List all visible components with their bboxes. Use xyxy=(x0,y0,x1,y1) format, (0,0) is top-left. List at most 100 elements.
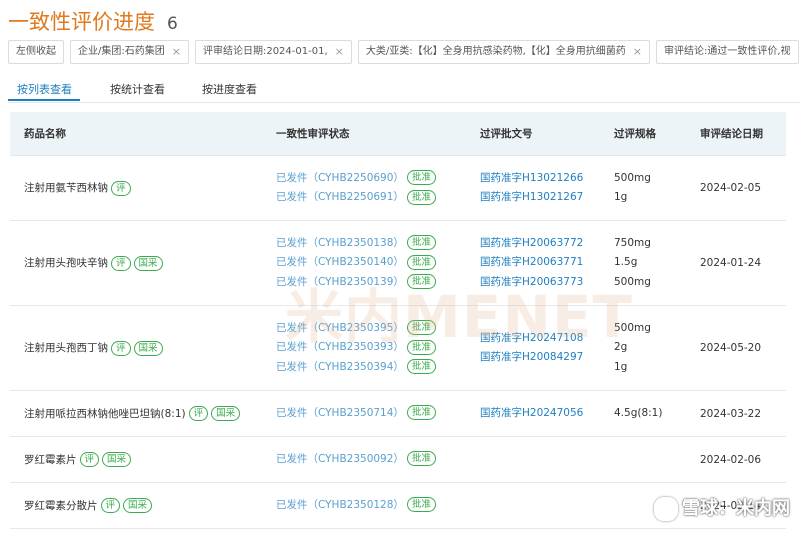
drug-name[interactable]: 罗红霉素片 xyxy=(24,454,77,466)
spec-cell: 4.5g(8:1) xyxy=(600,390,686,437)
drug-cell: 罗红霉素分散片评国采 xyxy=(10,482,262,529)
approval-number-link[interactable]: 国药准字H20063773 xyxy=(480,273,600,293)
approval-cell xyxy=(466,436,600,483)
status-link[interactable]: 已发件（CYHB2350139） xyxy=(276,276,404,288)
status-line: 已发件（CYHB2350393） 批准 xyxy=(276,338,466,358)
approval-number-link[interactable]: 国药准字H20063771 xyxy=(480,253,600,273)
approved-badge: 批准 xyxy=(406,451,436,467)
table-row: 注射用头孢呋辛钠评国采 已发件（CYHB2350138） 批准 已发件（CYHB235… xyxy=(10,220,786,306)
status-link[interactable]: 已发件（CYHB2350138） xyxy=(276,237,404,249)
filter-chip[interactable]: 左侧收起 xyxy=(8,40,64,64)
drug-name[interactable]: 注射用头孢呋辛钠 xyxy=(24,257,108,269)
tab-stats-view[interactable]: 按统计查看 xyxy=(110,81,165,97)
table-row: 注射用氨苄西林钠评已发件（CYHB2250690） 批准 已发件（CYHB22506… xyxy=(10,155,786,221)
col-header-date[interactable]: 审评结论日期 xyxy=(686,112,786,156)
view-tabs: 按列表查看 按统计查看 按进度查看 xyxy=(8,78,800,103)
conclusion-date: 2024-05-20 xyxy=(686,305,786,391)
spec-cell: 750mg 1.5g 500mg xyxy=(600,220,686,306)
approved-badge: 批准 xyxy=(406,170,436,185)
approval-number-link[interactable]: 国药准字H13021266 xyxy=(480,169,600,189)
drug-tag-badge: 国采 xyxy=(133,255,163,271)
status-line: 已发件（CYHB2350138） 批准 xyxy=(276,234,466,254)
status-line: 已发件（CYHB2350128） 批准 xyxy=(276,496,466,516)
drug-tag-badge: 评 xyxy=(111,255,131,271)
spec-cell: 500mg 1g xyxy=(600,155,686,221)
status-cell: 已发件（CYHB2250690） 批准 已发件（CYHB2250691） 批准 xyxy=(262,155,466,221)
drug-name[interactable]: 注射用头孢西丁钠 xyxy=(24,342,108,354)
status-link[interactable]: 已发件（CYHB2250690） xyxy=(276,172,404,184)
spec-cell: 500mg 2g 1g xyxy=(600,305,686,391)
spec-value: 500mg xyxy=(614,171,651,184)
approval-number-link[interactable]: 国药准字H20247108 xyxy=(480,329,600,349)
approval-number-link[interactable]: 国药准字H20247056 xyxy=(480,404,600,424)
drug-name[interactable]: 罗红霉素分散片 xyxy=(24,500,98,512)
filter-chip[interactable]: 大类/亚类:【化】全身用抗感染药物,【化】全身用抗细菌药 × xyxy=(357,40,650,64)
approved-badge: 批准 xyxy=(406,405,436,421)
status-link[interactable]: 已发件（CYHB2350395） xyxy=(276,322,404,334)
table-header-row: 药品名称 一致性审评状态 过评批文号 过评规格 审评结论日期 xyxy=(10,112,786,156)
col-header-spec[interactable]: 过评规格 xyxy=(600,112,686,156)
spec-value: 500mg xyxy=(614,321,651,334)
status-link[interactable]: 已发件（CYHB2250691） xyxy=(276,191,404,203)
filter-chip-label: 大类/亚类:【化】全身用抗感染药物,【化】全身用抗细菌药 xyxy=(365,46,626,57)
status-link[interactable]: 已发件（CYHB2350092） xyxy=(276,453,404,465)
drug-name[interactable]: 注射用哌拉西林钠他唑巴坦钠(8:1) xyxy=(24,408,186,420)
col-header-status[interactable]: 一致性审评状态 xyxy=(262,112,466,156)
spec-value: 1g xyxy=(614,191,628,203)
status-link[interactable]: 已发件（CYHB2350140） xyxy=(276,256,404,268)
close-icon[interactable]: × xyxy=(335,41,344,63)
drug-tag-badge: 评 xyxy=(100,498,121,514)
conclusion-date: 2024-03-22 xyxy=(686,390,786,437)
drug-cell: 注射用氨苄西林钠评 xyxy=(10,155,262,221)
status-cell: 已发件（CYHB2350092） 批准 xyxy=(262,436,466,483)
spec-cell xyxy=(600,436,686,483)
drug-cell: 注射用头孢西丁钠评国采 xyxy=(10,305,262,391)
table-row: 注射用头孢西丁钠评国采 已发件（CYHB2350395） 批准 已发件（CYHB235… xyxy=(10,305,786,391)
approval-cell: 国药准字H20247108 国药准字H20084297 xyxy=(466,305,600,391)
conclusion-date: 2024-02-06 xyxy=(686,436,786,483)
status-cell: 已发件（CYHB2350138） 批准 已发件（CYHB2350140） 批准 已发件（… xyxy=(262,220,466,306)
approval-number-link[interactable]: 国药准字H20063772 xyxy=(480,234,600,254)
page-title: 一致性评价进度 xyxy=(8,10,155,34)
tab-list-view[interactable]: 按列表查看 xyxy=(17,81,72,97)
spec-value: 2g xyxy=(614,341,628,354)
filter-chip[interactable]: 企业/集团:石药集团 × xyxy=(70,40,189,64)
filter-chip-label: 企业/集团:石药集团 xyxy=(78,46,165,57)
drug-tag-badge: 国采 xyxy=(211,406,241,422)
status-link[interactable]: 已发件（CYHB2350128） xyxy=(276,499,404,511)
col-header-approval[interactable]: 过评批文号 xyxy=(466,112,600,156)
filter-chip[interactable]: 审评结论:通过一致性评价,视 xyxy=(656,40,799,64)
result-count: 6 xyxy=(167,14,178,34)
spec-value: 1g xyxy=(614,360,628,373)
spec-value: 750mg xyxy=(614,236,651,249)
approved-badge: 批准 xyxy=(406,320,436,336)
drug-name[interactable]: 注射用氨苄西林钠 xyxy=(24,182,108,194)
table-row: 罗红霉素片评国采 已发件（CYHB2350092） 批准 2024-02-06 xyxy=(10,436,786,483)
approved-badge: 批准 xyxy=(406,189,436,205)
approved-badge: 批准 xyxy=(406,497,436,513)
status-line: 已发件（CYHB2350092） 批准 xyxy=(276,450,466,470)
col-header-drug[interactable]: 药品名称 xyxy=(10,112,262,156)
filter-chip[interactable]: 评审结论日期:2024-01-01, × xyxy=(194,40,352,64)
approved-badge: 批准 xyxy=(406,235,436,251)
status-link[interactable]: 已发件（CYHB2350394） xyxy=(276,361,404,373)
approval-number-link[interactable]: 国药准字H20084297 xyxy=(480,348,600,368)
active-tab-indicator xyxy=(8,99,80,101)
drug-tag-badge: 评 xyxy=(111,180,131,196)
status-line: 已发件（CYHB2350714） 批准 xyxy=(276,404,466,424)
close-icon[interactable]: × xyxy=(633,41,642,63)
approved-badge: 批准 xyxy=(406,339,436,355)
status-link[interactable]: 已发件（CYHB2350714） xyxy=(276,407,404,419)
approval-number-link[interactable]: 国药准字H13021267 xyxy=(480,188,600,208)
tab-progress-view[interactable]: 按进度查看 xyxy=(202,81,257,97)
conclusion-date: 2024-02-14 xyxy=(686,482,786,529)
drug-cell: 罗红霉素片评国采 xyxy=(10,436,262,483)
filter-chip-label: 左侧收起 xyxy=(16,46,56,57)
close-icon[interactable]: × xyxy=(172,41,181,63)
status-link[interactable]: 已发件（CYHB2350393） xyxy=(276,341,404,353)
drug-cell: 注射用哌拉西林钠他唑巴坦钠(8:1) 评国采 xyxy=(10,390,262,437)
table-row: 罗红霉素分散片评国采 已发件（CYHB2350128） 批准 2024-02-14 xyxy=(10,482,786,529)
status-cell: 已发件（CYHB2350714） 批准 xyxy=(262,390,466,437)
approval-cell: 国药准字H13021266 国药准字H13021267 xyxy=(466,155,600,221)
spec-value: 4.5g(8:1) xyxy=(614,406,663,419)
